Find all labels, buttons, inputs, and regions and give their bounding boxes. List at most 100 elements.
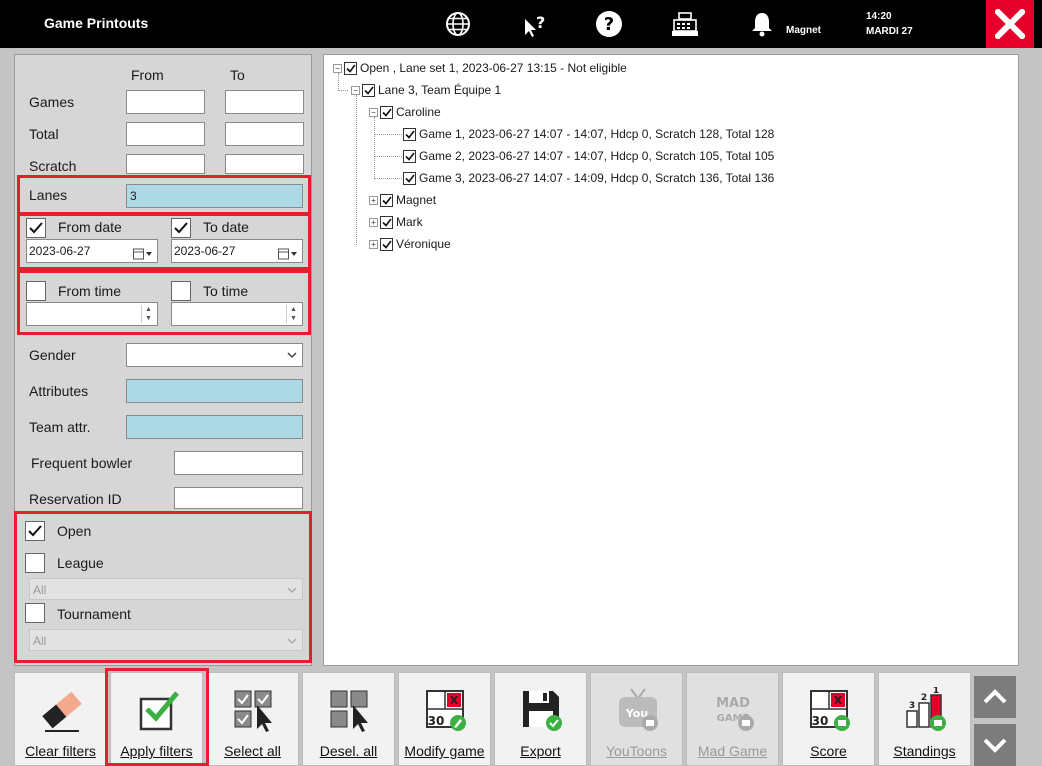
from-date-picker[interactable]: 2023-06-27 <box>26 239 158 263</box>
globe-icon[interactable] <box>444 10 472 38</box>
calendar-dropdown-icon[interactable] <box>278 245 298 267</box>
collapse-icon[interactable]: − <box>333 63 342 73</box>
tree-checkbox[interactable] <box>403 127 416 141</box>
scratch-to-input[interactable] <box>225 154 304 174</box>
games-from-input[interactable] <box>126 90 205 114</box>
to-date-checkbox[interactable] <box>171 218 191 238</box>
from-time-input[interactable]: ▲ ▼ <box>26 302 158 326</box>
mad-game-button[interactable]: MAD GAME Mad Game <box>686 672 779 766</box>
expand-icon[interactable]: + <box>369 195 378 205</box>
team-attr-label: Team attr. <box>29 419 91 435</box>
from-date-checkbox[interactable] <box>26 218 46 238</box>
tournament-checkbox[interactable] <box>25 603 45 623</box>
league-select[interactable]: All <box>29 578 303 600</box>
tree-checkbox[interactable] <box>344 61 357 75</box>
export-button[interactable]: Export <box>494 672 587 766</box>
clock: 14:20 MARDI 27 <box>866 9 913 39</box>
tree-checkbox[interactable] <box>380 193 393 207</box>
to-time-input[interactable]: ▲ ▼ <box>171 302 303 326</box>
games-to-input[interactable] <box>225 90 304 114</box>
tournament-label: Tournament <box>57 606 131 622</box>
svg-text:30: 30 <box>428 714 445 728</box>
tree-node-game[interactable]: Game 1, 2023-06-27 14:07 - 14:07, Hdcp 0… <box>403 125 774 143</box>
from-column-header: From <box>131 67 164 83</box>
tree-node-game[interactable]: Game 2, 2023-06-27 14:07 - 14:07, Hdcp 0… <box>403 147 774 165</box>
team-attr-input[interactable] <box>126 415 303 439</box>
tree-node-label: Open , Lane set 1, 2023-06-27 13:15 - No… <box>360 61 627 75</box>
tree-node-player[interactable]: − Caroline <box>369 103 441 121</box>
reservation-id-input[interactable] <box>174 487 303 509</box>
deselect-all-button[interactable]: Desel. all <box>302 672 395 766</box>
gender-select[interactable] <box>126 343 303 367</box>
tree-checkbox[interactable] <box>362 83 375 97</box>
close-button[interactable] <box>986 0 1034 48</box>
tree-node-player[interactable]: + Magnet <box>369 191 436 209</box>
tree-node-lane[interactable]: − Lane 3, Team Équipe 1 <box>351 81 501 99</box>
scratch-from-input[interactable] <box>126 154 205 174</box>
question-icon[interactable]: ? <box>595 10 623 38</box>
svg-text:X: X <box>834 694 843 707</box>
lanes-input[interactable]: 3 <box>126 184 303 208</box>
to-date-picker[interactable]: 2023-06-27 <box>171 239 303 263</box>
expand-icon[interactable]: + <box>369 217 378 227</box>
from-time-spinner[interactable]: ▲ ▼ <box>141 305 155 323</box>
tree-node-root[interactable]: − Open , Lane set 1, 2023-06-27 13:15 - … <box>333 59 627 77</box>
tree-node-player[interactable]: + Véronique <box>369 235 451 253</box>
tree-checkbox[interactable] <box>380 215 393 229</box>
svg-text:?: ? <box>604 14 614 35</box>
clear-filters-button[interactable]: Clear filters <box>14 672 107 766</box>
bell-icon[interactable] <box>748 10 776 38</box>
svg-text:MAD: MAD <box>716 696 750 711</box>
tree-checkbox[interactable] <box>403 171 416 185</box>
attributes-input[interactable] <box>126 379 303 403</box>
expand-icon[interactable]: + <box>369 239 378 249</box>
frequent-bowler-input[interactable] <box>174 451 303 475</box>
tournament-select[interactable]: All <box>29 629 303 651</box>
tree-connector <box>374 134 402 135</box>
standings-label: Standings <box>893 743 956 759</box>
lanes-label: Lanes <box>29 187 68 203</box>
help-cursor-icon[interactable]: ? <box>520 10 548 38</box>
frequent-bowler-label: Frequent bowler <box>31 455 133 471</box>
to-date-value: 2023-06-27 <box>174 244 236 258</box>
tree-checkbox[interactable] <box>403 149 416 163</box>
youtoons-button[interactable]: You YouToons <box>590 672 683 766</box>
tree-node-game[interactable]: Game 3, 2023-06-27 14:07 - 14:09, Hdcp 0… <box>403 169 774 187</box>
total-to-input[interactable] <box>225 122 304 146</box>
svg-text:30: 30 <box>812 714 829 728</box>
to-time-checkbox[interactable] <box>171 281 191 301</box>
tree-node-label: Véronique <box>396 237 451 251</box>
to-date-label: To date <box>203 219 249 235</box>
gender-label: Gender <box>29 347 76 363</box>
modify-game-button[interactable]: X 30 Modify game <box>398 672 491 766</box>
open-checkbox[interactable] <box>25 521 45 541</box>
standings-button[interactable]: 321 Standings <box>878 672 971 766</box>
attributes-label: Attributes <box>29 383 89 399</box>
deselect-all-label: Desel. all <box>319 743 378 759</box>
collapse-icon[interactable]: − <box>351 85 360 95</box>
tree-connector <box>374 156 402 157</box>
clock-day: MARDI 27 <box>866 26 913 37</box>
tree-checkbox[interactable] <box>380 237 393 251</box>
tournament-select-value: All <box>33 634 47 648</box>
calendar-dropdown-icon[interactable] <box>133 245 153 267</box>
from-time-checkbox[interactable] <box>26 281 46 301</box>
podium-icon: 321 <box>906 687 946 731</box>
clock-time: 14:20 <box>866 11 892 22</box>
league-checkbox[interactable] <box>25 553 45 573</box>
collapse-icon[interactable]: − <box>369 107 378 117</box>
select-all-button[interactable]: Select all <box>206 672 299 766</box>
total-from-input[interactable] <box>126 122 205 146</box>
score-button[interactable]: X 30 Score <box>782 672 875 766</box>
modify-game-icon: X 30 <box>426 690 466 731</box>
scroll-down-button[interactable] <box>974 724 1016 766</box>
scroll-up-button[interactable] <box>974 676 1016 718</box>
tree-checkbox[interactable] <box>380 105 393 119</box>
svg-text:2: 2 <box>921 693 927 703</box>
tree-node-label: Caroline <box>396 105 441 119</box>
to-time-spinner[interactable]: ▲ ▼ <box>286 305 300 323</box>
tree-node-player[interactable]: + Mark <box>369 213 423 231</box>
app-window: Game Printouts ? ? Magnet 14:20 MARDI 27… <box>0 0 1042 766</box>
from-date-label: From date <box>58 219 122 235</box>
cash-register-icon[interactable] <box>671 10 699 38</box>
